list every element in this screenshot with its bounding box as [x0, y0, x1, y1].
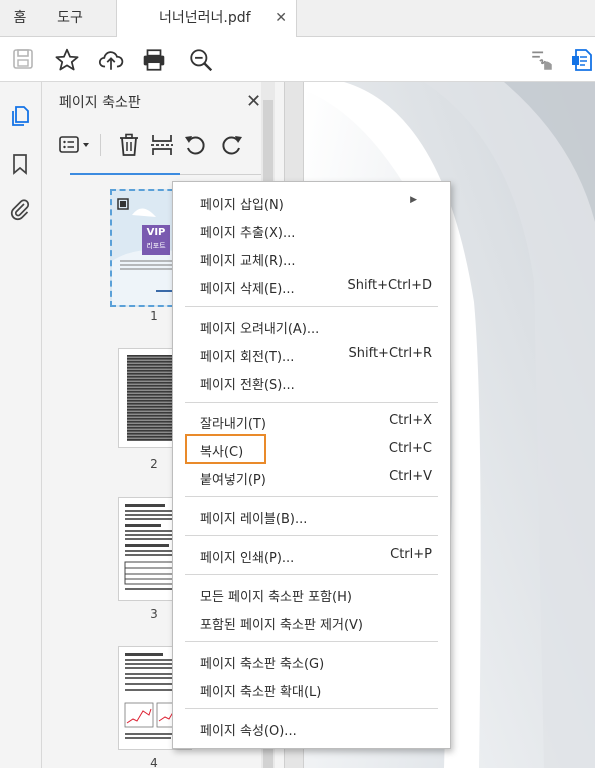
menu-item-shortcut: Shift+Ctrl+D — [347, 278, 432, 293]
menu-item-page-properties[interactable]: 페이지 속성(O)... — [173, 715, 450, 741]
menu-item-label: 포함된 페이지 축소판 제거(V) — [200, 618, 363, 633]
panel-active-indicator — [70, 173, 180, 175]
menu-item-page-transition[interactable]: 페이지 전환(S)... — [173, 369, 450, 395]
page-number-3: 3 — [150, 607, 158, 621]
cover-badge: VIP 리포트 — [142, 225, 170, 255]
menu-item-print-pages[interactable]: 페이지 인쇄(P)... Ctrl+P — [173, 542, 450, 568]
page-number-2: 2 — [150, 457, 158, 471]
page-thumbnails-icon[interactable] — [8, 104, 32, 128]
context-menu: 페이지 삽입(N) ▶ 페이지 추출(X)... 페이지 교체(R)... 페이… — [172, 181, 451, 749]
menu-separator — [185, 641, 438, 642]
menu-item-shortcut: Ctrl+X — [389, 413, 432, 428]
menu-item-label: 페이지 레이블(B)... — [200, 512, 308, 527]
printer-icon[interactable] — [141, 47, 167, 73]
attachment-icon[interactable] — [8, 197, 32, 221]
tab-document-title: 너너넌러너.pdf — [159, 10, 251, 26]
menu-item-label: 페이지 축소판 확대(L) — [200, 685, 322, 700]
menu-item-enlarge-thumbnails[interactable]: 페이지 축소판 확대(L) — [173, 676, 450, 702]
menu-item-label: 페이지 회전(T)... — [200, 350, 295, 365]
insert-page-icon[interactable] — [150, 132, 174, 158]
tab-bar: 홈 도구 너너넌러너.pdf ✕ — [0, 0, 595, 37]
menu-item-remove-thumbnails[interactable]: 포함된 페이지 축소판 제거(V) — [173, 609, 450, 635]
cover-badge-subtitle: 리포트 — [146, 242, 166, 250]
menu-item-replace-page[interactable]: 페이지 교체(R)... — [173, 245, 450, 271]
menu-separator — [185, 496, 438, 497]
cover-badge-title: VIP — [146, 227, 166, 238]
menu-separator — [185, 574, 438, 575]
menu-item-label: 페이지 오려내기(A)... — [200, 322, 320, 337]
thumbnail-options-icon[interactable] — [58, 132, 94, 158]
menu-item-reduce-thumbnails[interactable]: 페이지 축소판 축소(G) — [173, 648, 450, 674]
menu-item-label: 페이지 속성(O)... — [200, 724, 297, 739]
rotate-ccw-icon[interactable] — [183, 132, 209, 158]
menu-item-label: 페이지 교체(R)... — [200, 254, 296, 269]
submenu-arrow-icon: ▶ — [410, 195, 417, 205]
menu-item-shortcut: Shift+Ctrl+R — [348, 346, 433, 361]
zoom-out-icon[interactable] — [188, 47, 214, 73]
export-pdf-icon[interactable] — [571, 47, 595, 73]
menu-separator — [185, 402, 438, 403]
menu-item-delete-page[interactable]: 페이지 삭제(E)... Shift+Ctrl+D — [173, 273, 450, 299]
menu-item-shortcut: Ctrl+V — [389, 469, 432, 484]
menu-item-label: 페이지 전환(S)... — [200, 378, 295, 393]
bookmark-icon[interactable] — [8, 152, 32, 176]
cloud-upload-icon[interactable] — [98, 47, 124, 73]
menu-item-label: 페이지 인쇄(P)... — [200, 551, 295, 566]
menu-separator — [185, 535, 438, 536]
star-icon[interactable] — [54, 47, 80, 73]
panel-title: 페이지 축소판 — [59, 95, 141, 111]
page-number-1: 1 — [150, 309, 158, 323]
menu-item-crop-page[interactable]: 페이지 오려내기(A)... — [173, 313, 450, 339]
fill-sign-icon[interactable] — [529, 47, 555, 73]
tab-home[interactable]: 홈 — [0, 0, 40, 36]
menu-item-label: 페이지 축소판 축소(G) — [200, 657, 325, 672]
save-icon[interactable] — [11, 47, 37, 73]
delete-page-icon[interactable] — [118, 132, 140, 158]
menu-item-cut[interactable]: 잘라내기(T) Ctrl+X — [173, 408, 450, 434]
menu-item-extract-page[interactable]: 페이지 추출(X)... — [173, 217, 450, 243]
menu-item-shortcut: Ctrl+P — [390, 547, 432, 562]
rotate-cw-icon[interactable] — [218, 132, 244, 158]
menu-item-shortcut: Ctrl+C — [388, 441, 432, 456]
menu-item-rotate-page[interactable]: 페이지 회전(T)... Shift+Ctrl+R — [173, 341, 450, 367]
copy-highlight-box — [185, 434, 266, 464]
tab-document[interactable]: 너너넌러너.pdf ✕ — [116, 0, 297, 37]
toolbar-divider — [100, 134, 101, 156]
menu-separator — [185, 306, 438, 307]
menu-item-label: 페이지 추출(X)... — [200, 226, 296, 241]
left-navigation-rail — [0, 82, 42, 768]
toolbar — [0, 37, 595, 82]
menu-item-label: 잘라내기(T) — [200, 417, 266, 432]
tab-tools[interactable]: 도구 — [44, 0, 96, 36]
menu-item-label: 모든 페이지 축소판 포함(H) — [200, 590, 352, 605]
menu-item-page-labels[interactable]: 페이지 레이블(B)... — [173, 503, 450, 529]
menu-item-label: 페이지 삽입(N) — [200, 198, 284, 213]
menu-separator — [185, 708, 438, 709]
menu-item-embed-thumbnails[interactable]: 모든 페이지 축소판 포함(H) — [173, 581, 450, 607]
menu-item-label: 붙여넣기(P) — [200, 473, 266, 488]
panel-close-icon[interactable]: ✕ — [246, 91, 261, 112]
menu-item-label: 페이지 삭제(E)... — [200, 282, 295, 297]
tab-close-icon[interactable]: ✕ — [275, 0, 287, 36]
menu-item-paste[interactable]: 붙여넣기(P) Ctrl+V — [173, 464, 450, 490]
menu-item-insert-page[interactable]: 페이지 삽입(N) ▶ — [173, 189, 450, 215]
